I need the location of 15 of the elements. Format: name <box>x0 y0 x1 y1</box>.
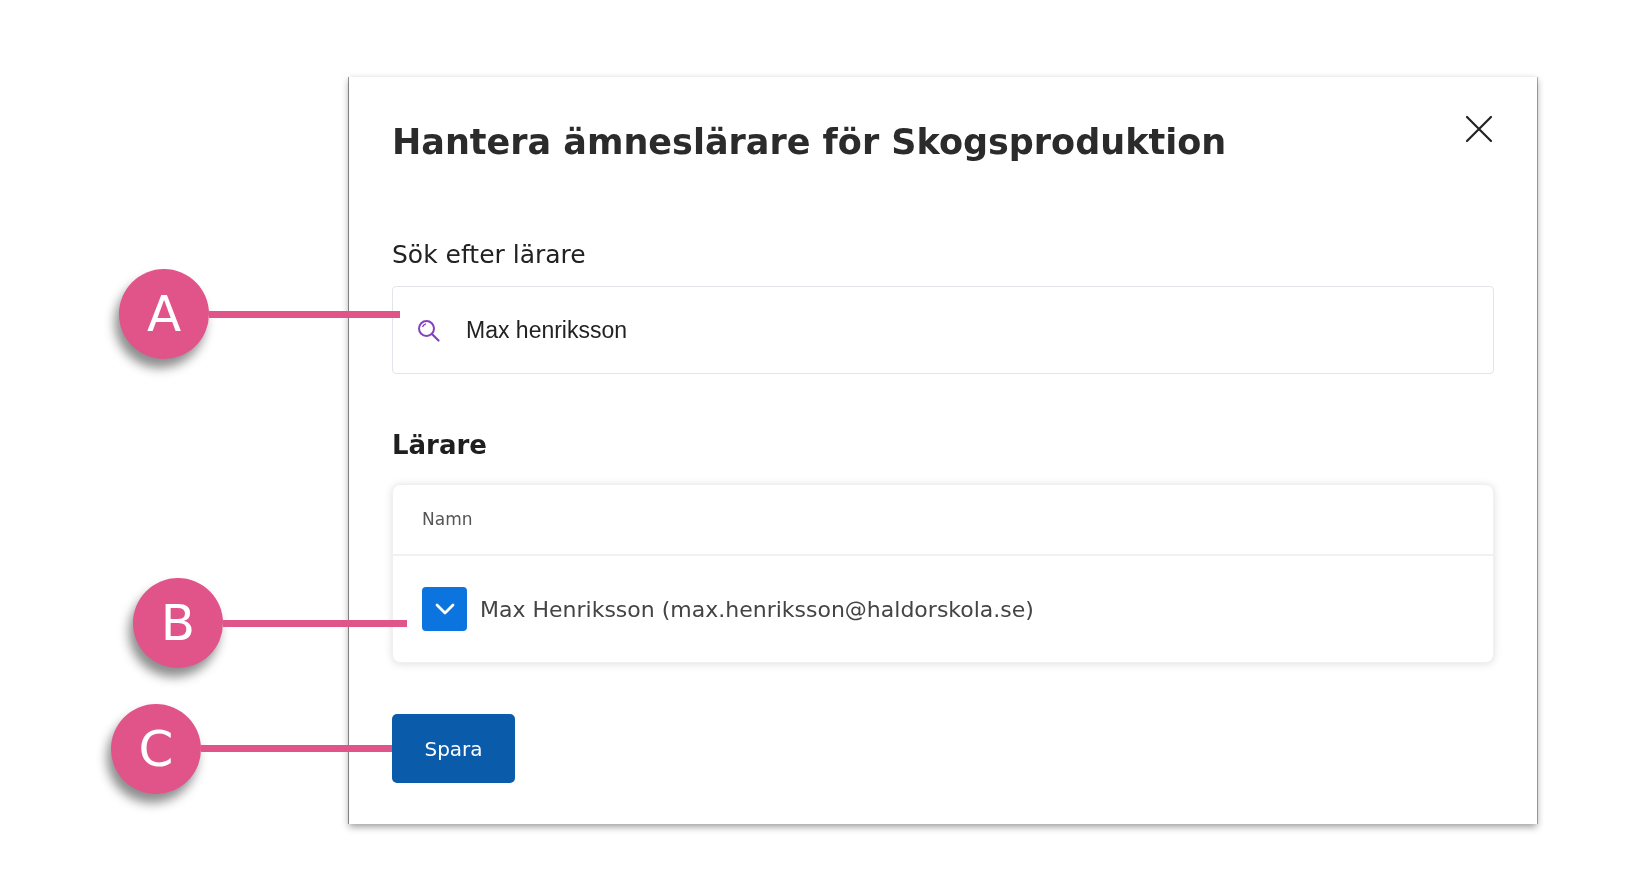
checkbox[interactable] <box>422 587 467 631</box>
search-icon <box>417 319 440 342</box>
dialog-title: Hantera ämneslärare för Skogsproduktion <box>392 121 1227 163</box>
close-button[interactable] <box>1465 115 1493 143</box>
check-icon <box>434 603 455 615</box>
search-field[interactable]: Max henriksson <box>392 286 1494 374</box>
teacher-name: Max Henriksson (max.henriksson@haldorskola.se) <box>480 595 1034 624</box>
field-label: Sök efter lärare <box>392 240 586 269</box>
callout-marker: A <box>119 269 209 359</box>
save-button[interactable]: Spara <box>392 714 515 783</box>
callout-marker: C <box>111 703 201 794</box>
column-header: Namn <box>422 507 473 531</box>
section-heading: Lärare <box>392 429 487 461</box>
callout-marker: B <box>133 578 223 668</box>
close-icon <box>1465 115 1493 143</box>
